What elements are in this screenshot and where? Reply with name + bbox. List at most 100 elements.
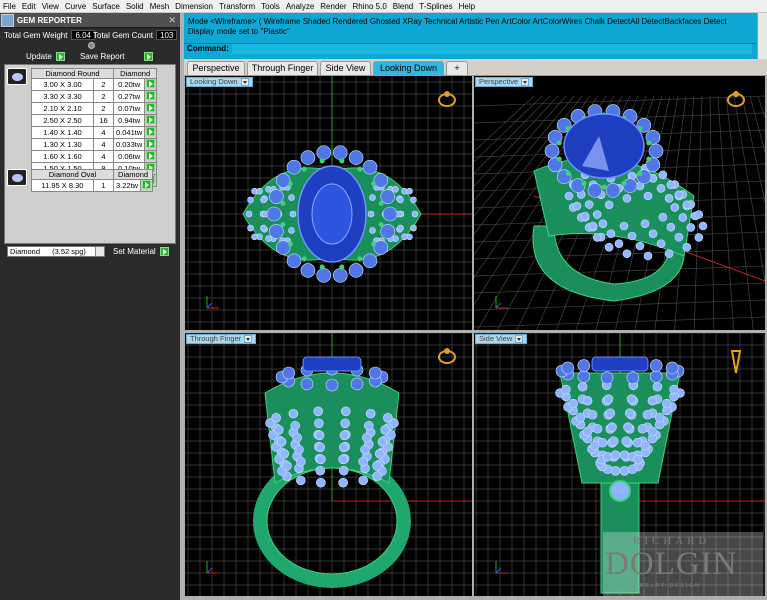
accent-gem: [362, 159, 378, 175]
splitter-handle[interactable]: [88, 42, 95, 49]
axis-z-icon: [206, 302, 213, 309]
chevron-down-icon[interactable]: [95, 247, 104, 256]
menu-item-solid[interactable]: Solid: [126, 2, 144, 11]
viewport-perspective[interactable]: Perspective: [474, 76, 765, 330]
ring-orientation-icon: [444, 348, 450, 354]
viewport-title-perspective[interactable]: Perspective: [475, 77, 534, 87]
gem-count: 2: [93, 102, 114, 115]
menu-item-surface[interactable]: Surface: [92, 2, 120, 11]
menu-item-t-splines[interactable]: T-Splines: [419, 2, 452, 11]
select-gems-icon[interactable]: [142, 180, 152, 189]
chevron-down-icon[interactable]: [521, 78, 530, 86]
save-report-button[interactable]: Save Report: [80, 52, 154, 61]
table-row: 1.60 X 1.60 4 0.06tw: [31, 150, 158, 163]
accent-gem: [245, 210, 253, 218]
select-gems-icon[interactable]: [146, 115, 156, 124]
accent-gem: [627, 231, 637, 241]
viewport-looking-down[interactable]: Looking Down: [185, 76, 472, 330]
accent-gem: [282, 366, 295, 380]
menu-item-rhino-5-0[interactable]: Rhino 5.0: [353, 2, 387, 11]
gem-weight: 0.27tw: [112, 90, 146, 103]
update-go-icon[interactable]: [55, 52, 65, 61]
accent-gem: [290, 420, 301, 431]
viewport-title-looking-down[interactable]: Looking Down: [186, 77, 253, 87]
prong: [378, 200, 384, 206]
prong: [601, 184, 607, 190]
row-action-cell: [140, 179, 154, 192]
prong: [301, 256, 307, 262]
accent-gem: [607, 422, 617, 433]
accent-gem: [577, 381, 588, 392]
command-scrollbar[interactable]: [757, 13, 767, 59]
accent-gem: [369, 366, 382, 380]
viewport-title-side-view[interactable]: Side View: [475, 334, 528, 344]
accent-gem: [315, 442, 326, 453]
side-gem: [609, 480, 631, 502]
gem-count: 2: [93, 90, 114, 103]
accent-gem: [656, 239, 666, 249]
accent-gem: [339, 430, 350, 441]
select-gems-icon[interactable]: [146, 103, 156, 112]
menu-item-render[interactable]: Render: [320, 2, 346, 11]
tab-perspective[interactable]: Perspective: [187, 61, 245, 75]
table-row: 2.50 X 2.50 16 0.94tw: [31, 114, 158, 127]
update-button[interactable]: Update: [26, 52, 65, 61]
close-icon[interactable]: ✕: [168, 15, 176, 26]
tab-add[interactable]: +: [446, 61, 468, 75]
accent-gem: [603, 394, 614, 405]
center-oval-gem: [591, 356, 649, 372]
set-material-button[interactable]: Set Material: [113, 247, 169, 256]
chevron-down-icon[interactable]: [515, 335, 524, 343]
accent-gem: [654, 412, 665, 423]
chevron-down-icon[interactable]: [240, 78, 249, 86]
accent-gem: [592, 210, 602, 219]
save-report-go-icon[interactable]: [144, 52, 154, 61]
accent-gem: [300, 150, 316, 165]
menu-item-curve[interactable]: Curve: [65, 2, 86, 11]
select-gems-icon[interactable]: [146, 151, 156, 160]
accent-gem: [406, 187, 413, 195]
menu-item-tools[interactable]: Tools: [261, 2, 280, 11]
menu-item-analyze[interactable]: Analyze: [286, 2, 314, 11]
gem-size: 3.00 X 3.00: [31, 78, 94, 91]
menu-item-view[interactable]: View: [42, 2, 59, 11]
menu-item-blend[interactable]: Blend: [393, 2, 413, 11]
tab-through-finger[interactable]: Through Finger: [247, 61, 318, 75]
select-gems-icon[interactable]: [146, 139, 156, 148]
row-action-cell: [144, 150, 158, 163]
tab-side-view[interactable]: Side View: [320, 61, 371, 75]
tab-looking-down[interactable]: Looking Down: [373, 61, 444, 75]
prong: [280, 222, 286, 228]
accent-gem: [340, 406, 351, 417]
menu-item-mesh[interactable]: Mesh: [150, 2, 170, 11]
viewport-through-finger[interactable]: Through Finger: [185, 333, 472, 596]
accent-gem: [410, 196, 417, 204]
total-count-row: Total Gem Count 103: [93, 30, 178, 40]
accent-gem: [348, 263, 364, 278]
accent-gem: [561, 361, 575, 375]
viewport-title-through-finger[interactable]: Through Finger: [186, 334, 257, 344]
accent-gem: [338, 477, 348, 488]
material-select[interactable]: Diamond (3.52 spg): [7, 246, 105, 257]
grid-line: [474, 299, 765, 311]
menu-item-help[interactable]: Help: [459, 2, 475, 11]
accent-gem: [587, 409, 598, 420]
gem-count: 1: [93, 179, 114, 192]
accent-gem: [316, 268, 332, 283]
menu-item-file[interactable]: File: [3, 2, 16, 11]
menu-item-edit[interactable]: Edit: [22, 2, 36, 11]
menu-item-transform[interactable]: Transform: [219, 2, 255, 11]
select-gems-icon[interactable]: [146, 79, 156, 88]
accent-gem: [582, 395, 593, 406]
select-gems-icon[interactable]: [146, 127, 156, 136]
select-gems-icon[interactable]: [146, 91, 156, 100]
chevron-down-icon[interactable]: [244, 335, 253, 343]
command-input[interactable]: [232, 44, 752, 54]
gem-weight: 0.033tw: [112, 138, 146, 151]
menu-item-dimension[interactable]: Dimension: [175, 2, 213, 11]
set-material-go-icon[interactable]: [159, 247, 169, 256]
accent-gem: [605, 183, 621, 198]
header-shape: Diamond Oval: [31, 169, 114, 180]
prong: [637, 170, 643, 176]
accent-gem: [338, 454, 348, 465]
